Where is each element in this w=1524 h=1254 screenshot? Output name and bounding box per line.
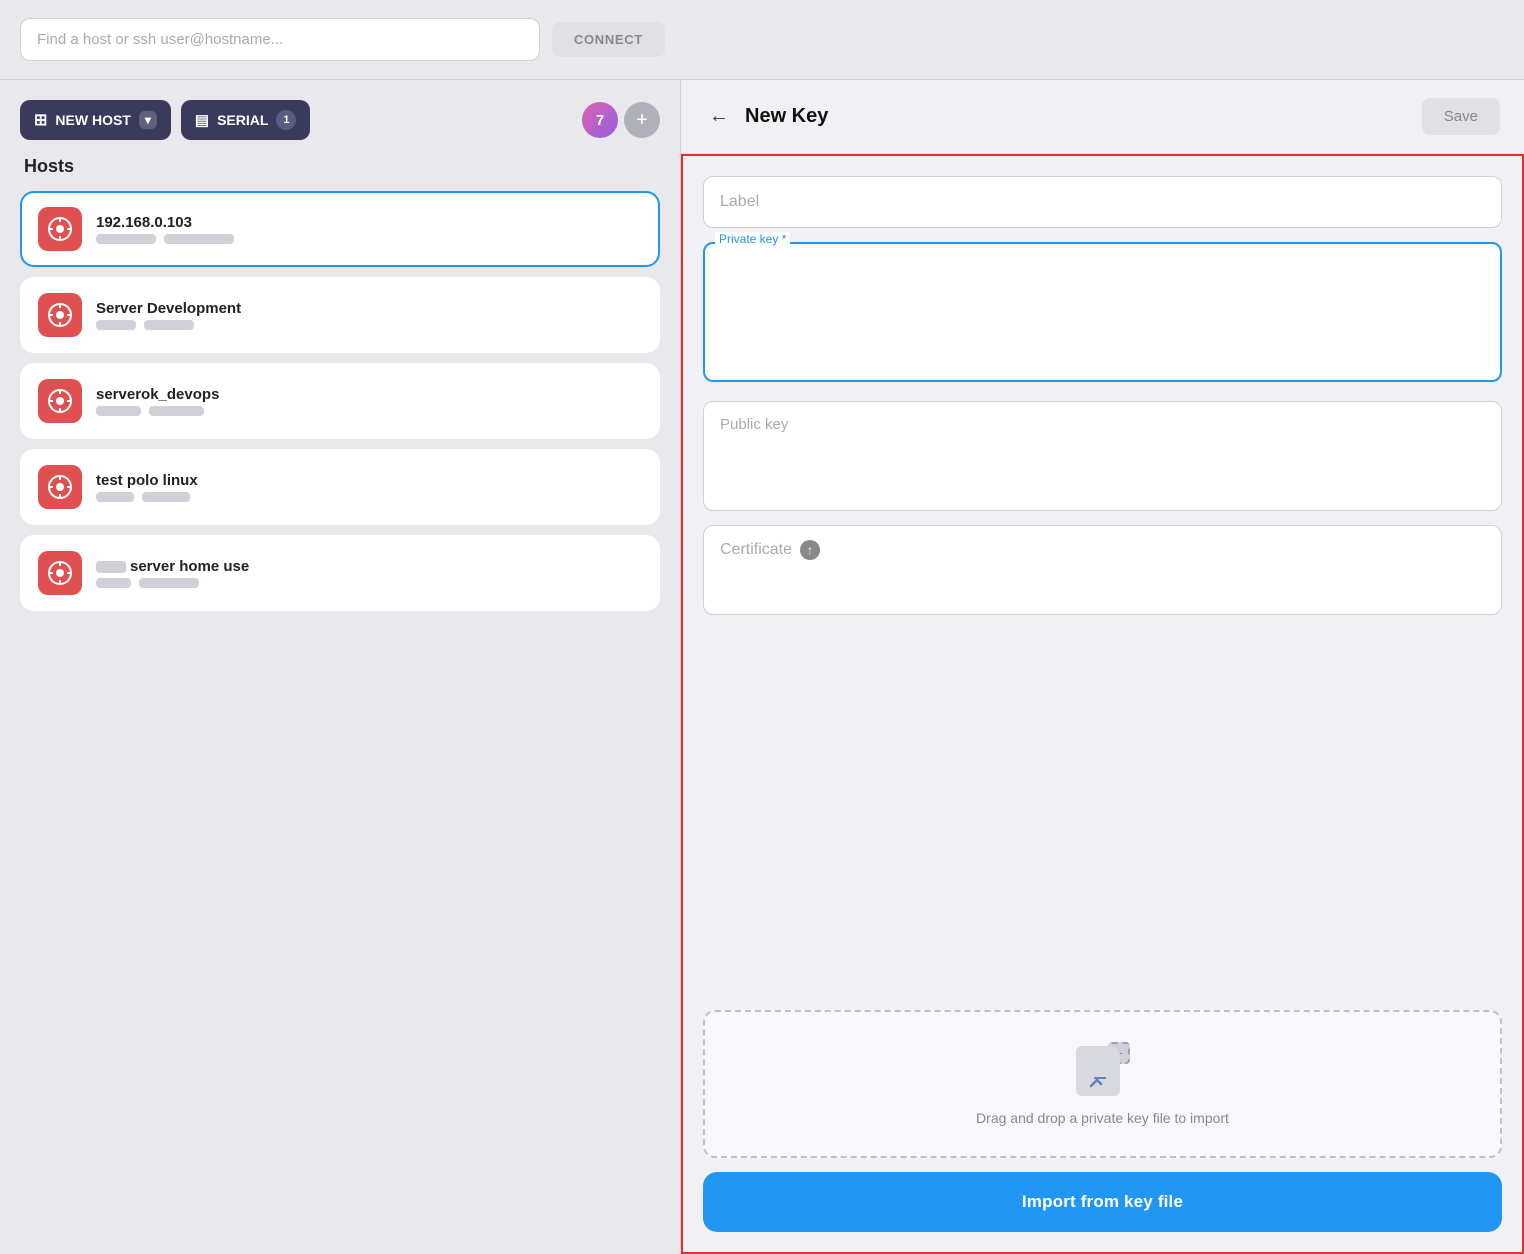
search-placeholder: Find a host or ssh user@hostname... [37,31,283,48]
avatar-group: 7 + [582,102,660,138]
left-panel: ⊞ NEW HOST ▾ ▤ SERIAL 1 7 + Hosts [0,80,680,1254]
private-key-label: Private key [715,232,790,246]
blur-block [96,492,134,502]
host-icon [38,293,82,337]
table-row[interactable]: test polo linux [20,449,660,525]
new-host-label: NEW HOST [55,112,130,128]
host-subtitle [96,234,642,244]
host-subtitle [96,578,642,588]
hosts-section: Hosts 192.168.0.103 [20,156,660,1234]
right-header: ← New Key Save [681,80,1524,154]
host-name: server home use [96,558,642,575]
chevron-down-icon[interactable]: ▾ [139,111,157,129]
main-layout: ⊞ NEW HOST ▾ ▤ SERIAL 1 7 + Hosts [0,80,1524,1254]
page-title: New Key [745,105,1410,128]
host-icon [38,551,82,595]
drop-icon-wrapper: + [1076,1042,1130,1096]
blur-block [164,234,234,244]
toolbar: ⊞ NEW HOST ▾ ▤ SERIAL 1 7 + [20,100,660,140]
certificate-label: Certificate [720,541,792,559]
certificate-header: Certificate ↑ [704,526,1501,566]
host-name: test polo linux [96,472,642,489]
import-button[interactable]: Import from key file [703,1172,1502,1232]
private-key-input[interactable] [703,242,1502,382]
serial-icon: ▤ [195,111,209,129]
table-row[interactable]: serverok_devops [20,363,660,439]
blur-block [96,406,141,416]
host-subtitle [96,320,642,330]
right-panel: ← New Key Save Private key Certificate ↑ [680,80,1524,1254]
save-button[interactable]: Save [1422,98,1500,135]
drop-zone[interactable]: + Drag and drop a private key file to im… [703,1010,1502,1158]
file-icon [1076,1046,1120,1096]
top-bar: Find a host or ssh user@hostname... CONN… [0,0,1524,80]
serial-label: SERIAL [217,112,268,128]
table-row[interactable]: server home use [20,535,660,611]
host-subtitle [96,406,642,416]
add-profile-button[interactable]: + [624,102,660,138]
private-key-group: Private key [703,242,1502,387]
serial-count-badge: 1 [276,110,296,130]
public-key-input[interactable] [703,401,1502,511]
blur-block [96,578,131,588]
back-button[interactable]: ← [705,101,733,132]
host-info: serverok_devops [96,386,642,416]
serial-button[interactable]: ▤ SERIAL 1 [181,100,311,140]
blur-block [96,234,156,244]
host-icon [38,379,82,423]
blur-block [144,320,194,330]
form-area: Private key Certificate ↑ + [681,154,1524,1254]
avatar[interactable]: 7 [582,102,618,138]
new-host-button[interactable]: ⊞ NEW HOST ▾ [20,100,171,140]
hosts-title: Hosts [20,156,660,177]
connect-button[interactable]: CONNECT [552,22,665,57]
table-row[interactable]: Server Development [20,277,660,353]
spacer [703,629,1502,996]
host-list: 192.168.0.103 Server Development [20,191,660,611]
host-name: serverok_devops [96,386,642,403]
label-input[interactable] [703,176,1502,228]
certificate-box: Certificate ↑ [703,525,1502,615]
blur-block [139,578,199,588]
upload-icon: ↑ [800,540,820,560]
blur-block [142,492,190,502]
host-icon [38,465,82,509]
host-info: 192.168.0.103 [96,214,642,244]
host-info: test polo linux [96,472,642,502]
drop-text: Drag and drop a private key file to impo… [976,1110,1229,1126]
host-name: Server Development [96,300,642,317]
host-info: Server Development [96,300,642,330]
blur-block [96,320,136,330]
search-box[interactable]: Find a host or ssh user@hostname... [20,18,540,61]
table-row[interactable]: 192.168.0.103 [20,191,660,267]
host-name: 192.168.0.103 [96,214,642,231]
host-icon [38,207,82,251]
host-subtitle [96,492,642,502]
host-info: server home use [96,558,642,588]
blur-block [149,406,204,416]
server-icon: ⊞ [34,110,47,130]
